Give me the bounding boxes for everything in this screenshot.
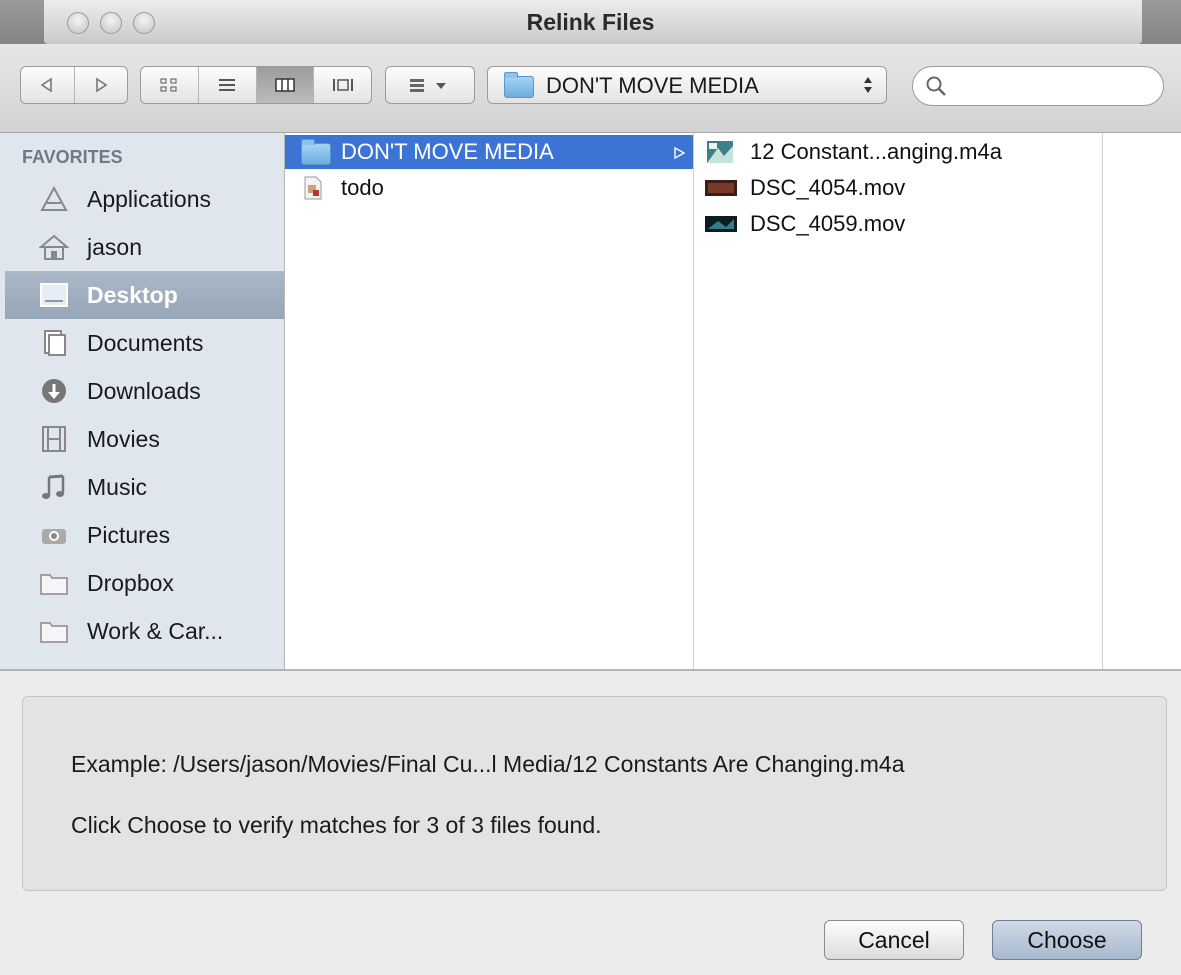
window-title: Relink Files xyxy=(526,9,655,35)
movie-file-icon xyxy=(705,180,737,196)
folder-icon xyxy=(40,574,68,595)
forward-arrow-icon xyxy=(95,77,108,93)
folder-icon xyxy=(40,622,68,643)
pane-divider[interactable] xyxy=(0,669,1181,671)
music-icon xyxy=(42,474,65,499)
sidebar-header: FAVORITES xyxy=(22,147,123,167)
list-item-dont-move-media[interactable]: DON'T MOVE MEDIA xyxy=(285,135,693,169)
back-button[interactable] xyxy=(21,67,75,103)
applications-icon xyxy=(40,185,68,211)
arrange-menu-content xyxy=(386,67,474,103)
column-view-button[interactable] xyxy=(256,67,315,103)
documents-icon xyxy=(44,330,66,356)
sidebar-item-cutoff xyxy=(5,655,284,669)
browser-column-1: DON'T MOVE MEDIA todo xyxy=(285,133,694,669)
search-field[interactable] xyxy=(912,66,1164,106)
list-view-button[interactable] xyxy=(199,67,257,103)
movie-file-icon xyxy=(705,216,737,232)
downloads-icon xyxy=(42,379,66,403)
home-icon xyxy=(39,234,69,260)
title-bar: Relink Files xyxy=(0,0,1181,45)
list-item-movie-dsc4054[interactable]: DSC_4054.mov xyxy=(694,171,1102,205)
sidebar-item-desktop[interactable]: Desktop xyxy=(5,271,284,319)
sidebar-item-jason[interactable]: jason xyxy=(5,223,284,271)
sidebar-item-music[interactable]: Music xyxy=(5,463,284,511)
location-label: DON'T MOVE MEDIA xyxy=(546,73,759,98)
search-input[interactable] xyxy=(953,73,1157,99)
list-item-todo[interactable]: todo xyxy=(285,171,693,205)
desktop-icon xyxy=(40,283,68,307)
list-item-audio-file[interactable]: 12 Constant...anging.m4a xyxy=(694,135,1102,169)
toolbar: DON'T MOVE MEDIA xyxy=(0,44,1181,133)
list-item-movie-dsc4059[interactable]: DSC_4059.mov xyxy=(694,207,1102,241)
cover-flow-view-button[interactable] xyxy=(314,67,371,103)
choose-button[interactable]: Choose xyxy=(992,920,1142,960)
forward-button[interactable] xyxy=(75,67,128,103)
sidebar-item-pictures[interactable]: Pictures xyxy=(5,511,284,559)
arrange-icon xyxy=(410,79,446,92)
sidebar-item-work-and-career[interactable]: Work & Car... xyxy=(5,607,284,655)
sidebar-item-downloads[interactable]: Downloads xyxy=(5,367,284,415)
info-panel: Example: /Users/jason/Movies/Final Cu...… xyxy=(22,696,1167,891)
chevron-up-down-icon xyxy=(864,77,872,93)
cover-flow-icon xyxy=(332,79,353,91)
sidebar: FAVORITES Applications jason Desktop Doc… xyxy=(0,133,285,669)
search-icon xyxy=(926,76,946,96)
browser-column-3 xyxy=(1103,133,1181,669)
pictures-icon xyxy=(42,529,66,544)
audio-file-icon xyxy=(707,141,733,163)
column-view-icon xyxy=(275,78,295,92)
movies-icon xyxy=(42,426,66,452)
view-mode-control xyxy=(140,66,372,104)
location-popup[interactable]: DON'T MOVE MEDIA xyxy=(487,66,887,104)
back-forward-control xyxy=(20,66,128,104)
folder-icon xyxy=(504,72,534,98)
document-icon xyxy=(304,176,322,200)
sidebar-item-documents[interactable]: Documents xyxy=(5,319,284,367)
folder-icon xyxy=(301,139,331,165)
sidebar-item-movies[interactable]: Movies xyxy=(5,415,284,463)
example-path-text: Example: /Users/jason/Movies/Final Cu...… xyxy=(71,751,905,777)
match-status-text: Click Choose to verify matches for 3 of … xyxy=(71,812,602,838)
list-view-icon xyxy=(219,79,236,91)
icon-view-button[interactable] xyxy=(141,67,199,103)
disclosure-arrow-icon xyxy=(674,147,685,159)
sidebar-item-applications[interactable]: Applications xyxy=(5,175,284,223)
icon-view-icon xyxy=(160,78,177,92)
back-arrow-icon xyxy=(40,77,53,93)
cancel-button[interactable]: Cancel xyxy=(824,920,964,960)
sidebar-item-dropbox[interactable]: Dropbox xyxy=(5,559,284,607)
arrange-menu-button[interactable] xyxy=(385,66,475,104)
browser-column-2: 12 Constant...anging.m4a DSC_4054.mov DS… xyxy=(694,133,1103,669)
